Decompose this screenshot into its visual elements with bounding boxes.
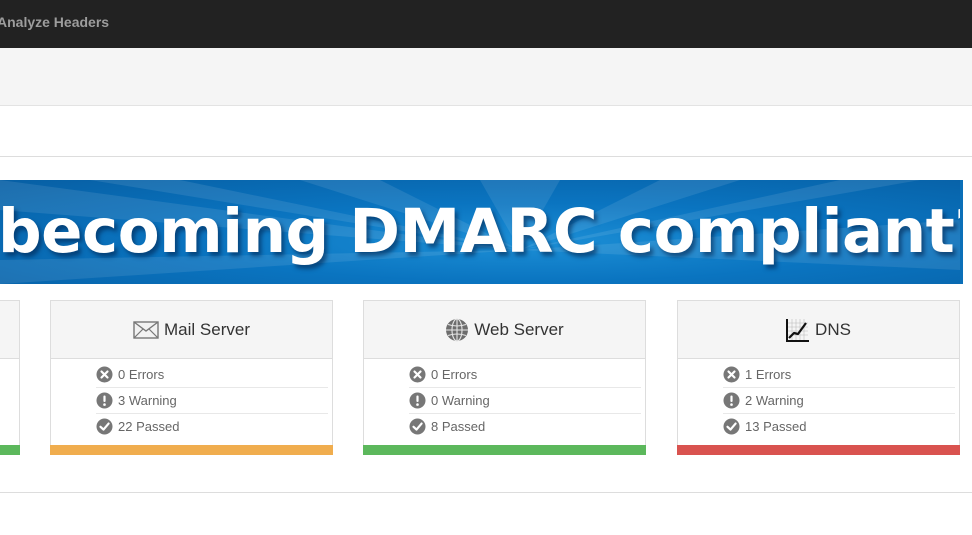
card-status-bar	[363, 445, 646, 455]
stat-row-passed: 22 Passed	[96, 413, 328, 439]
stat-text: 13 Passed	[745, 419, 807, 434]
stat-text: 22 Passed	[118, 419, 180, 434]
top-navbar: Analyze Headers	[0, 0, 972, 48]
stat-row-errors: 1 Errors	[723, 361, 955, 387]
banner-gap	[963, 180, 972, 284]
envelope-icon	[133, 320, 159, 339]
stat-text: 2 Warning	[745, 393, 804, 408]
mail-server-card-header: Mail Server	[51, 301, 332, 359]
stat-text: 0 Errors	[431, 366, 478, 382]
passed-icon	[409, 418, 426, 435]
web-server-card-header: Web Server	[364, 301, 645, 359]
partial-card-status-bar	[0, 445, 20, 455]
web-server-card[interactable]: Web Server 0 Errors 0 Warning 8 Passed	[363, 300, 646, 455]
partial-result-card[interactable]	[0, 300, 20, 455]
analyze-headers-link[interactable]: Analyze Headers	[0, 14, 109, 30]
passed-icon	[96, 418, 113, 435]
globe-icon	[446, 317, 469, 342]
warning-icon	[96, 392, 113, 409]
stat-text: 3 Warning	[118, 393, 177, 408]
stat-row-errors: 0 Errors	[409, 361, 641, 387]
stat-text: 1 Errors	[745, 366, 792, 382]
dmarc-banner-ad[interactable]: becoming DMARC compliant?	[0, 180, 960, 284]
card-title: Web Server	[474, 319, 564, 339]
mail-server-card[interactable]: Mail Server 0 Errors 3 Warning 22 Passed	[50, 300, 333, 455]
toolbar-area	[0, 48, 972, 106]
warning-icon	[409, 392, 426, 409]
chart-icon	[786, 318, 810, 342]
banner-headline: becoming DMARC compliant?	[0, 196, 960, 267]
stat-row-errors: 0 Errors	[96, 361, 328, 387]
error-icon	[723, 366, 740, 382]
card-status-bar	[677, 445, 960, 455]
card-title: Mail Server	[164, 319, 250, 339]
stat-text: 8 Passed	[431, 419, 486, 434]
error-icon	[96, 366, 113, 382]
card-status-bar	[50, 445, 333, 455]
section-divider	[0, 492, 972, 493]
stat-row-warning: 0 Warning	[409, 387, 641, 413]
stat-row-passed: 8 Passed	[409, 413, 641, 439]
warning-icon	[723, 392, 740, 409]
dns-card[interactable]: DNS 1 Errors 2 Warning 13 Passed	[677, 300, 960, 455]
dns-card-header: DNS	[678, 301, 959, 359]
error-icon	[409, 366, 426, 382]
partial-card-header	[0, 301, 19, 359]
stat-text: 0 Errors	[118, 366, 165, 382]
stat-text: 0 Warning	[431, 393, 490, 408]
stat-row-warning: 2 Warning	[723, 387, 955, 413]
lookup-bar	[0, 106, 972, 157]
passed-icon	[723, 418, 740, 435]
stat-row-passed: 13 Passed	[723, 413, 955, 439]
card-title: DNS	[815, 319, 851, 339]
stat-row-warning: 3 Warning	[96, 387, 328, 413]
